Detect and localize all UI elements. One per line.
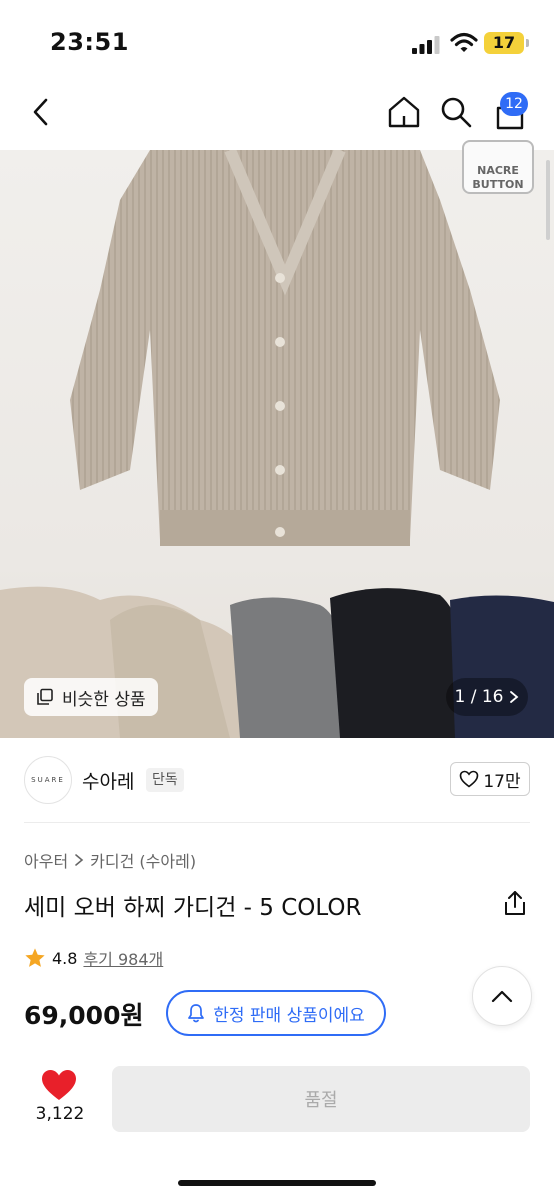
chevron-right-icon	[75, 854, 84, 866]
chevron-right-icon	[510, 691, 519, 703]
store-logo[interactable]: SUARE	[24, 756, 72, 804]
heart-filled-icon[interactable]	[40, 1068, 78, 1102]
divider	[24, 822, 530, 823]
breadcrumb: 아우터 카디건 (수아레)	[24, 848, 196, 872]
signal-icon	[412, 36, 440, 54]
product-title: 세미 오버 하찌 가디건 - 5 COLOR	[24, 895, 362, 921]
scroll-indicator[interactable]	[546, 160, 550, 240]
heart-outline-icon	[460, 770, 479, 788]
like-count: 3,122	[35, 1104, 85, 1124]
cardigan-illustration	[0, 150, 554, 738]
store-name[interactable]: 수아레	[82, 767, 134, 794]
breadcrumb-item-outer[interactable]: 아우터	[24, 848, 68, 872]
battery-tip	[526, 39, 529, 47]
similar-products-label: 비슷한 상품	[62, 689, 146, 710]
search-icon[interactable]	[438, 94, 474, 130]
home-indicator	[178, 1180, 376, 1186]
soldout-button[interactable]: 품절	[112, 1066, 530, 1132]
back-icon[interactable]	[24, 94, 60, 130]
share-icon[interactable]	[504, 890, 526, 916]
battery-indicator: 17	[484, 32, 524, 54]
image-counter-text: 1 / 16	[454, 687, 504, 707]
store-like-count: 17만	[483, 771, 521, 792]
review-link[interactable]: 후기 984개	[83, 946, 163, 970]
price: 69,000원	[24, 1001, 144, 1030]
bell-icon	[188, 1004, 205, 1023]
limited-sale-label: 한정 판매 상품이에요	[213, 1005, 365, 1026]
copy-icon	[37, 688, 53, 705]
limited-sale-badge[interactable]: 한정 판매 상품이에요	[166, 990, 386, 1036]
rating-value: 4.8	[52, 948, 78, 968]
breadcrumb-item-cardigan[interactable]: 카디건 (수아레)	[90, 848, 196, 872]
home-icon[interactable]	[386, 94, 422, 130]
cart-count-badge: 12	[500, 92, 528, 116]
wifi-icon	[450, 32, 478, 52]
image-counter[interactable]: 1 / 16	[446, 678, 528, 716]
star-icon	[25, 948, 45, 967]
nacre-button-badge: NACRE BUTTON	[462, 140, 534, 194]
status-time: 23:51	[50, 28, 129, 56]
scroll-top-button[interactable]	[472, 966, 532, 1026]
chevron-up-icon	[491, 990, 513, 1003]
product-image[interactable]	[0, 150, 554, 738]
store-like-button[interactable]: 17만	[450, 762, 530, 796]
rating-row: 4.8 후기 984개	[24, 946, 163, 970]
similar-products-button[interactable]: 비슷한 상품	[24, 678, 158, 716]
exclusive-tag: 단독	[146, 768, 184, 792]
